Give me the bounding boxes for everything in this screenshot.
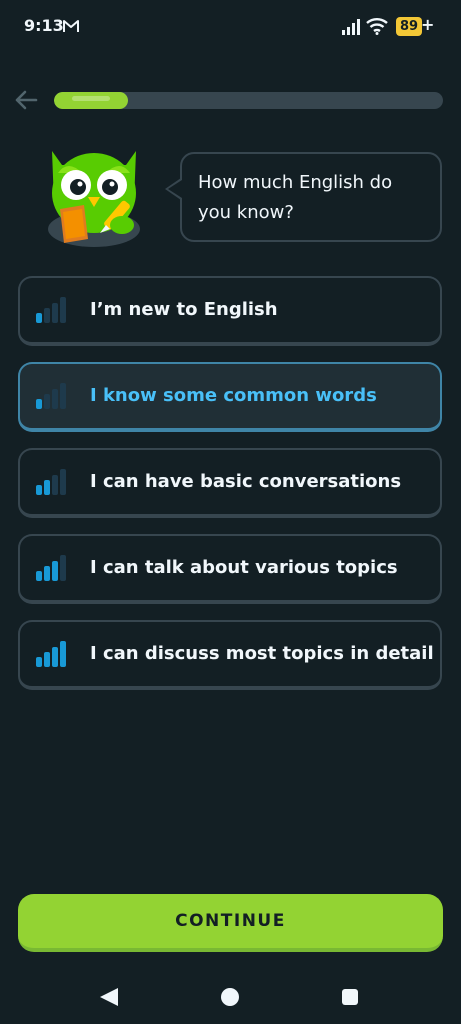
signal-icon <box>342 19 360 35</box>
option-basic-conversations[interactable]: I can have basic conversations <box>18 448 442 518</box>
signal-bar <box>36 657 42 667</box>
proficiency-bars-icon <box>36 383 76 409</box>
owl-mascot <box>48 151 140 247</box>
signal-bar <box>44 308 50 323</box>
progress-bar <box>54 92 443 109</box>
progress-fill <box>54 92 128 109</box>
back-arrow-icon[interactable] <box>12 86 40 114</box>
option-common-words[interactable]: I know some common words <box>18 362 442 432</box>
signal-bar <box>44 394 50 409</box>
option-label: I can discuss most topics in detail <box>90 643 434 664</box>
option-new-to-english[interactable]: I’m new to English <box>18 276 442 346</box>
signal-bar <box>52 561 58 581</box>
question-text: How much English do you know? <box>198 172 393 223</box>
signal-bar <box>52 647 58 667</box>
progress-shine <box>72 96 110 101</box>
signal-bar <box>36 313 42 323</box>
signal-bar <box>60 469 66 495</box>
wifi-icon <box>366 18 388 35</box>
speech-bubble-tail-inner <box>168 180 182 198</box>
option-label: I can talk about various topics <box>90 557 398 578</box>
signal-bar <box>60 383 66 409</box>
nav-home-icon[interactable] <box>221 988 239 1006</box>
signal-bar <box>60 555 66 581</box>
signal-bar <box>36 399 42 409</box>
signal-bar <box>44 480 50 495</box>
continue-label: CONTINUE <box>175 911 286 931</box>
signal-bar <box>44 652 50 667</box>
option-label: I know some common words <box>90 385 377 406</box>
signal-bar <box>36 571 42 581</box>
signal-bar <box>36 485 42 495</box>
proficiency-bars-icon <box>36 297 76 323</box>
option-various-topics[interactable]: I can talk about various topics <box>18 534 442 604</box>
nav-back-icon[interactable] <box>100 988 118 1006</box>
proficiency-bars-icon <box>36 555 76 581</box>
option-label: I’m new to English <box>90 299 278 320</box>
charging-indicator: + <box>421 15 435 34</box>
signal-bar <box>60 297 66 323</box>
battery-indicator: 89 <box>396 17 423 36</box>
option-topics-in-detail[interactable]: I can discuss most topics in detail <box>18 620 442 690</box>
option-label: I can have basic conversations <box>90 471 402 492</box>
status-time: 9:13 <box>24 16 64 35</box>
proficiency-bars-icon <box>36 469 76 495</box>
signal-bar <box>60 641 66 667</box>
proficiency-bars-icon <box>36 641 76 667</box>
gmail-icon <box>63 20 79 32</box>
system-nav-bar <box>0 960 461 1024</box>
nav-recents-icon[interactable] <box>342 989 358 1005</box>
continue-button[interactable]: CONTINUE <box>18 894 443 952</box>
status-bar: 9:13 89 + <box>0 0 461 56</box>
signal-bar <box>44 566 50 581</box>
signal-bar <box>52 303 58 323</box>
speech-bubble: How much English do you know? <box>180 152 442 242</box>
signal-bar <box>52 389 58 409</box>
signal-bar <box>52 475 58 495</box>
